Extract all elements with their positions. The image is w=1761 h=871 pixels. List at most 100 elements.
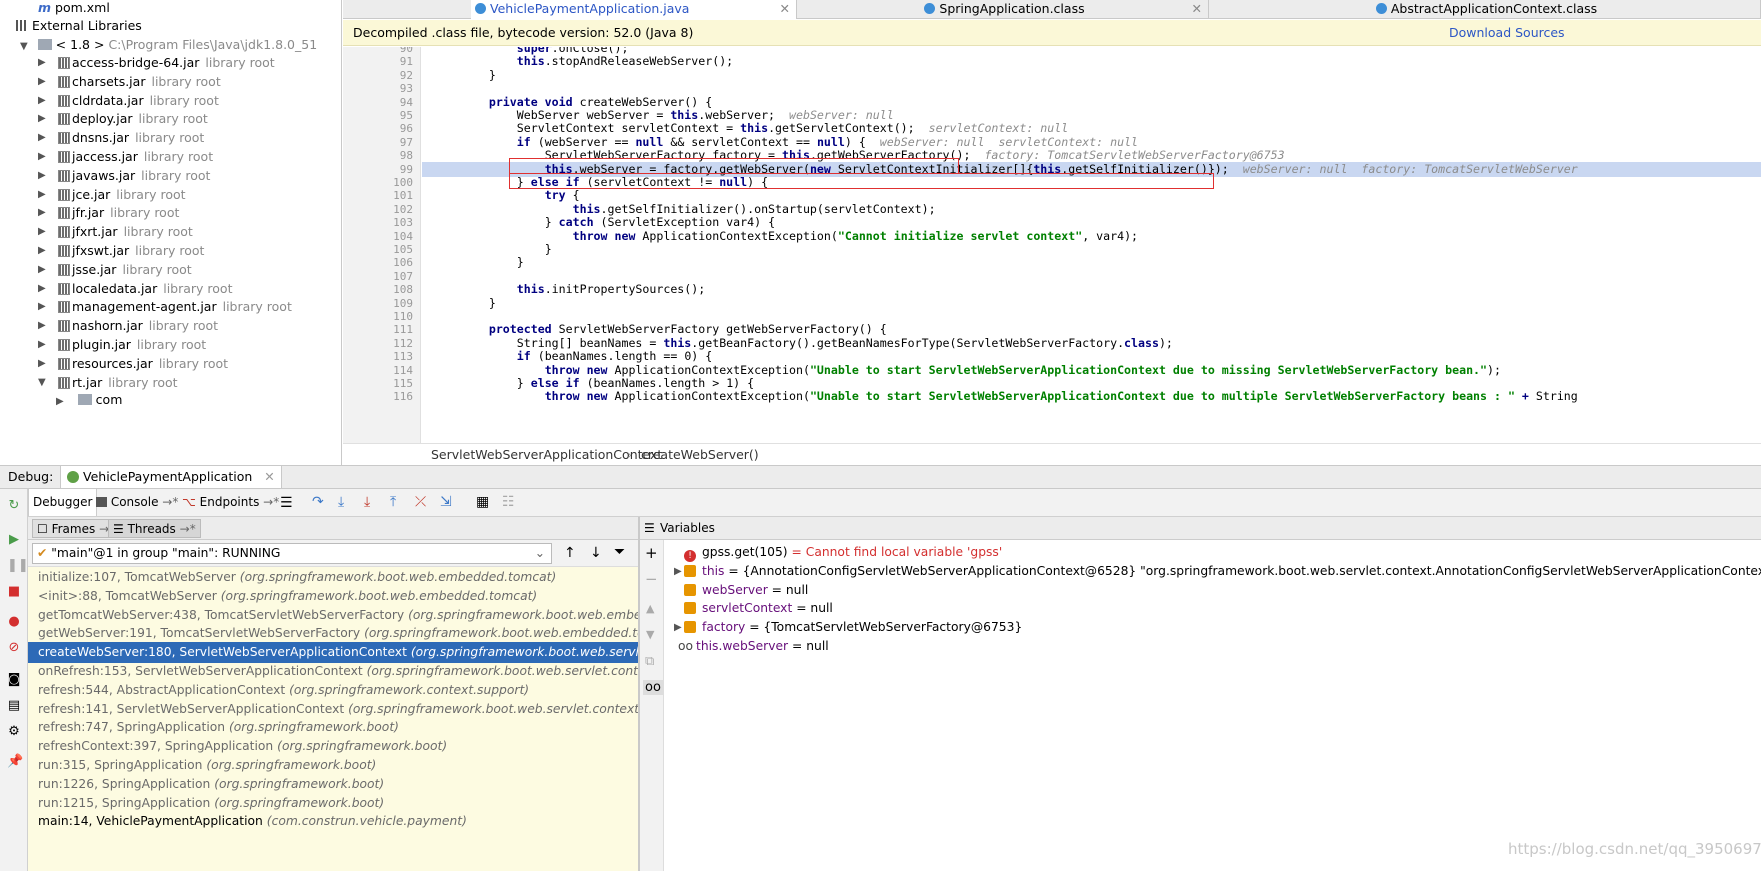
view-breakpoints-icon[interactable]: ● [7, 615, 21, 629]
tree-item-jar[interactable]: ▼ rt.jar library root [0, 372, 341, 393]
add-watch-icon[interactable]: + [645, 544, 658, 562]
glasses-icon[interactable]: oo [643, 680, 663, 695]
jar-icon [58, 169, 70, 182]
filter-icon[interactable]: ⏷ [614, 544, 625, 560]
code-line: } [488, 67, 496, 82]
thread-selector[interactable]: ✔ "main"@1 in group "main": RUNNING ⌄ [32, 543, 552, 564]
library-root-label: library root [116, 186, 186, 202]
stop-icon[interactable]: ■ [7, 585, 21, 599]
variable-row[interactable]: ▶ this = {AnnotationConfigServletWebServe… [674, 561, 1761, 582]
arrow-up-icon[interactable]: ↑ [564, 545, 576, 561]
close-icon[interactable]: ✕ [780, 0, 790, 17]
variable-name: servletContext [702, 601, 797, 616]
debug-config-tab[interactable]: VehiclePaymentApplication ✕ [60, 466, 282, 488]
jar-icon [58, 207, 70, 220]
jar-name: resources.jar [72, 355, 153, 371]
jar-name: cldrdata.jar [72, 92, 144, 108]
library-root-label: library root [136, 337, 207, 352]
settings-icon[interactable]: ⚙ [7, 725, 21, 739]
project-tree[interactable]: m pom.xml External Libraries ▼ < 1.8 > C… [0, 0, 342, 465]
tab-abstract-application-context[interactable]: AbstractApplicationContext.class [1209, 0, 1761, 19]
chevron-right-icon[interactable]: ▶ [674, 561, 682, 582]
jar-icon [58, 301, 70, 314]
jar-name: rt.jar [72, 374, 103, 390]
variable-value: = {AnnotationConfigServletWebServerAppli… [728, 563, 1761, 578]
tab-vehicle-payment[interactable]: VehiclePaymentApplication.java ✕ [471, 0, 797, 19]
run-to-cursor-icon[interactable]: ⇲ [440, 494, 452, 510]
variable-value: = Cannot find local variable 'gpss' [791, 545, 1003, 559]
frame-method: onRefresh:153, ServletWebServerApplicati… [38, 664, 367, 678]
jar-name: charsets.jar [72, 73, 146, 89]
trace-icon[interactable]: ☷ [502, 494, 515, 510]
frame-method: initialize:107, TomcatWebServer [38, 570, 240, 584]
step-over-icon[interactable]: ↷ [312, 494, 324, 510]
field-icon [684, 564, 696, 577]
maven-icon: m [38, 0, 52, 15]
tab-console[interactable]: Console →* [96, 489, 178, 516]
code-line: throw new ApplicationContextException("U… [544, 389, 1578, 404]
frame-method: run:315, SpringApplication [38, 758, 207, 772]
jar-icon [58, 339, 70, 351]
tab-frames[interactable]: ☐ Frames →* [32, 519, 121, 538]
jar-icon [58, 75, 70, 88]
remove-watch-icon[interactable]: − [645, 570, 658, 588]
close-icon[interactable]: ✕ [264, 469, 274, 484]
frame-method: getWebServer:191, TomcatServletWebServer… [38, 626, 365, 641]
frame-package: (org.springframework.boot.web.embedded.t… [408, 607, 638, 622]
library-root-label: library root [135, 130, 205, 146]
class-icon [1375, 3, 1387, 14]
jar-icon [58, 376, 70, 389]
download-sources-link[interactable]: Download Sources [1449, 20, 1565, 46]
watermark: https://blog.csdn.net/qq_39506978 [1508, 840, 1761, 858]
mute-breakpoints-icon[interactable]: ⊘ [7, 641, 21, 655]
tab-spring-application[interactable]: SpringApplication.class ✕ [797, 0, 1209, 19]
pin-icon[interactable]: 📌 [7, 755, 23, 769]
force-step-into-icon[interactable]: ⤓ [364, 494, 370, 510]
drop-frame-icon[interactable]: ⤫ [415, 494, 426, 510]
library-root-label: library root [163, 280, 233, 296]
highlight-box [509, 173, 1214, 189]
tab-debugger[interactable]: Debugger [28, 489, 98, 516]
code-editor[interactable]: 90 91 92 93 94 95 96 97 98 99 100 101 102 103 104 105 10… [343, 47, 1761, 443]
close-icon[interactable]: ✕ [1192, 0, 1202, 17]
rerun-icon[interactable]: ↻ [7, 499, 21, 513]
step-into-icon[interactable]: ⤓ [338, 494, 344, 510]
move-up-icon[interactable]: ▲ [646, 602, 654, 615]
variables-icon: ☰ [644, 521, 655, 535]
variable-name: gpss.get(105) [702, 545, 792, 559]
debug-side-toolbar: ↻ ▶ ❚❚ ■ ● ⊘ ◙ ▤ ⚙ 📌 [0, 489, 29, 871]
frame-package: (org.springframework.boot.web.embedded.t… [239, 570, 557, 584]
jar-name: jce.jar [72, 186, 111, 202]
evaluate-expression-icon[interactable]: ▦ [476, 494, 489, 510]
frame-row[interactable]: main:14, VehiclePaymentApplication (com.… [28, 811, 638, 832]
variables-list[interactable]: ! gpss.get(105) = Cannot find local varia… [664, 540, 1761, 871]
frame-method: createWebServer:180, ServletWebServerApp… [38, 645, 411, 660]
menu-icon[interactable]: ☰ [280, 495, 293, 511]
copy-icon[interactable]: ⧉ [645, 654, 654, 669]
jar-name: javaws.jar [72, 167, 136, 183]
variable-value: = {TomcatServletWebServerFactory@6753} [749, 620, 1023, 635]
resume-icon[interactable]: ▶ [7, 533, 21, 547]
breadcrumb: ServletWebServerApplicationContext › cre… [343, 443, 1761, 465]
endpoints-icon: ⌥ [182, 495, 196, 509]
camera-icon[interactable]: ◙ [7, 673, 21, 687]
tree-item-external-libraries[interactable]: External Libraries [16, 15, 142, 36]
library-root-label: library root [205, 55, 275, 70]
variable-row[interactable]: oo this.webServer = null [678, 636, 829, 657]
arrow-down-icon[interactable]: ↓ [590, 545, 602, 561]
frame-package: (org.springframework.boot) [206, 758, 377, 772]
check-icon: ✔ [37, 546, 48, 560]
move-down-icon[interactable]: ▼ [646, 628, 654, 641]
field-icon [684, 602, 696, 615]
jar-icon [58, 263, 70, 276]
tab-endpoints[interactable]: ⌥ Endpoints →* [182, 489, 279, 516]
chevron-down-icon[interactable]: ▼ [38, 372, 46, 393]
step-out-icon[interactable]: ⤒ [390, 494, 396, 510]
frames-list[interactable]: initialize:107, TomcatWebServer (org.spr… [28, 567, 638, 871]
layout-icon[interactable]: ▤ [7, 699, 21, 713]
library-root-label: library root [151, 73, 221, 89]
jar-icon [58, 113, 70, 126]
tab-threads[interactable]: ☰ Threads →* [108, 519, 201, 538]
pause-icon[interactable]: ❚❚ [7, 559, 29, 573]
breadcrumb-method[interactable]: createWebServer() [641, 444, 759, 466]
